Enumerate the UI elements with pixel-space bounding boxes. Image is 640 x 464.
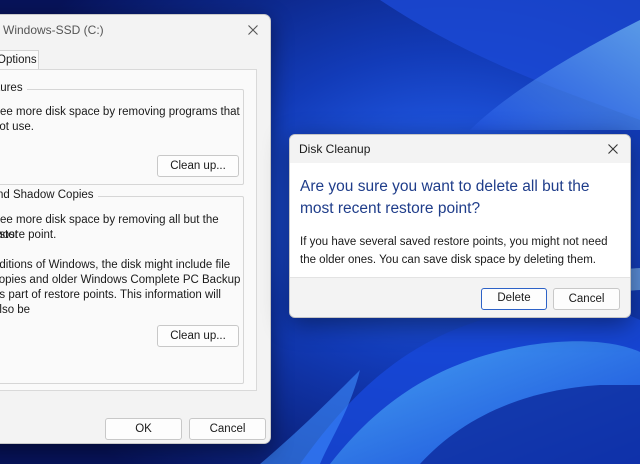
dialog-footer: Delete Cancel <box>290 277 630 317</box>
dialog-heading: Are you sure you want to delete all but … <box>300 176 620 220</box>
close-icon <box>248 25 258 35</box>
window-close-button[interactable] <box>242 19 264 41</box>
group-text-line: free more disk space by removing program… <box>0 106 240 118</box>
dialog-cancel-button[interactable]: Cancel <box>553 288 620 310</box>
dialog-message-line: the older ones. You can save disk space … <box>300 254 597 266</box>
group-text-line: estore point. <box>0 229 57 241</box>
window-title: Windows-SSD (C:) <box>3 23 104 37</box>
title-bar: Windows-SSD (C:) <box>0 15 270 45</box>
group-text-line: copies and older Windows Complete PC Bac… <box>0 274 241 286</box>
tab-options[interactable]: Options <box>0 50 39 70</box>
restore-group: nd Shadow Copies free more disk space by… <box>0 189 244 384</box>
dialog-message: If you have several saved restore points… <box>300 233 626 269</box>
programs-clean-up-button[interactable]: Clean up... <box>157 155 239 177</box>
dialog-heading-line: most recent restore point? <box>300 200 481 217</box>
dialog-close-button[interactable] <box>602 138 624 160</box>
group-text-line: editions of Windows, the disk might incl… <box>0 259 231 271</box>
options-panel: tures free more disk space by removing p… <box>0 69 257 391</box>
dialog-message-line: If you have several saved restore points… <box>300 236 608 248</box>
ok-button[interactable]: OK <box>105 418 182 440</box>
cancel-button[interactable]: Cancel <box>189 418 266 440</box>
close-icon <box>608 144 618 154</box>
window-footer: OK Cancel <box>0 395 270 443</box>
group-text-line: not use. <box>0 121 34 133</box>
confirm-delete-dialog: Disk Cleanup Are you sure you want to de… <box>289 134 631 318</box>
dialog-title-bar: Disk Cleanup <box>290 135 630 163</box>
dialog-heading-line: Are you sure you want to delete all but … <box>300 178 590 195</box>
restore-clean-up-button[interactable]: Clean up... <box>157 325 239 347</box>
group-legend: tures <box>0 82 27 94</box>
tab-label: Options <box>0 54 37 66</box>
delete-button[interactable]: Delete <box>481 288 547 310</box>
group-text-line: . <box>0 303 241 318</box>
dialog-title: Disk Cleanup <box>299 142 371 156</box>
drive-cleanup-window: Windows-SSD (C:) Options tures free more… <box>0 14 271 444</box>
group-legend: nd Shadow Copies <box>0 189 98 201</box>
programs-group: tures free more disk space by removing p… <box>0 82 244 185</box>
